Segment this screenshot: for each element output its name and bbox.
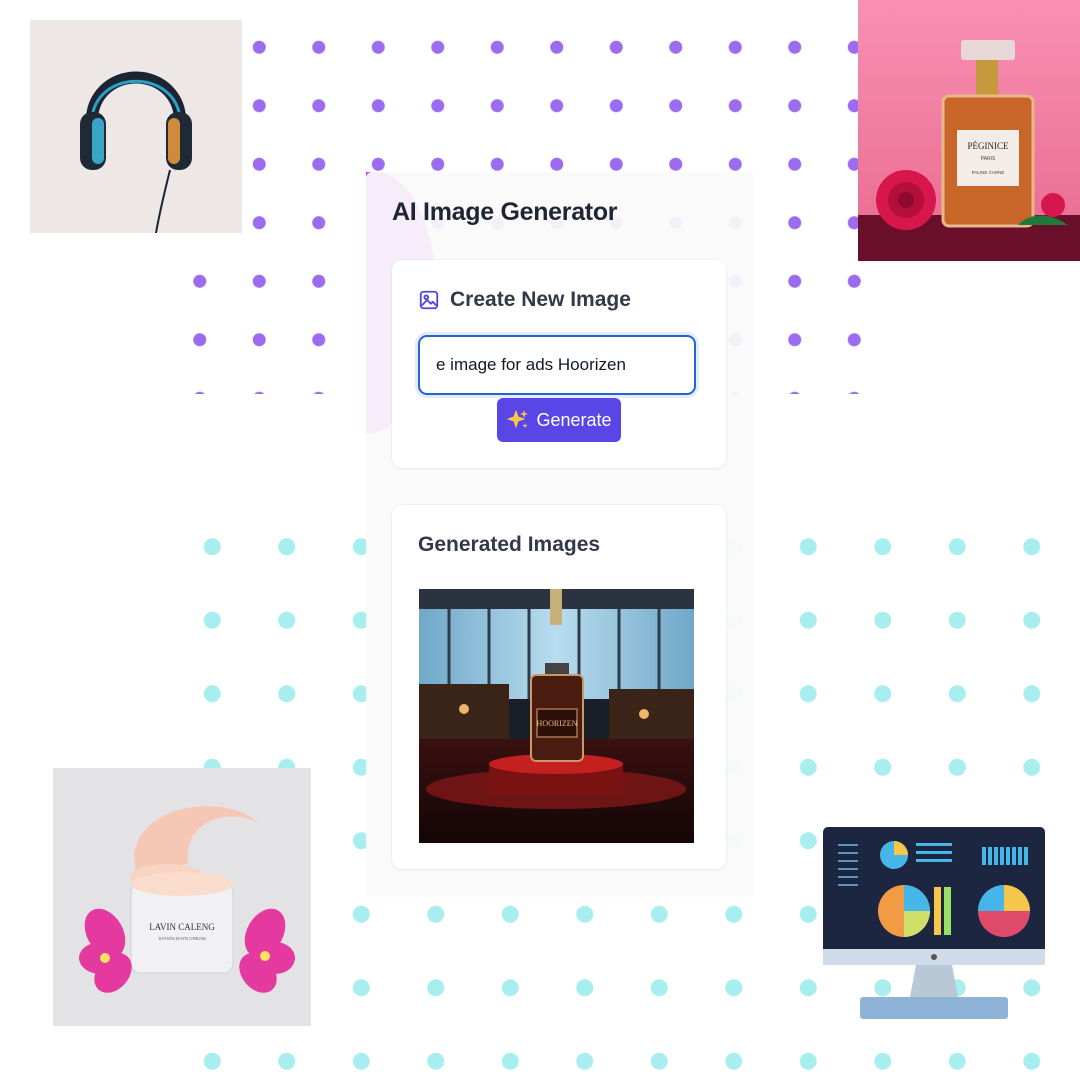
- generate-button[interactable]: Generate: [497, 398, 621, 442]
- analytics-monitor-illustration: [820, 825, 1048, 1023]
- cream-label-sub: SATION DAYN CREAM: [158, 936, 206, 941]
- create-image-card: Create New Image Generate: [392, 260, 726, 468]
- sparkles-icon: [507, 410, 529, 429]
- bottle-label-text: HOORIZEN: [537, 719, 578, 728]
- cream-jar-photo: LAVIN CALENG SATION DAYN CREAM: [53, 768, 311, 1026]
- image-icon: [419, 290, 439, 310]
- cream-label-brand: LAVIN CALENG: [149, 922, 215, 932]
- generated-image[interactable]: HOORIZEN: [419, 589, 694, 843]
- page-title: AI Image Generator: [392, 198, 618, 226]
- headphones-icon: [30, 20, 242, 233]
- headphones-photo: [30, 20, 242, 233]
- prompt-input[interactable]: [418, 335, 696, 395]
- generated-images-heading: Generated Images: [418, 533, 601, 556]
- perfume-label-city: PARIS: [981, 156, 996, 162]
- generated-images-card: Generated Images HOORIZEN: [392, 505, 726, 869]
- perfume-label-brand: PÉGINICE: [968, 141, 1009, 151]
- create-image-heading: Create New Image: [418, 288, 631, 312]
- create-image-heading-text: Create New Image: [450, 288, 631, 311]
- perfume-photo: PÉGINICE PARIS PALINE CARNE: [858, 0, 1080, 261]
- perfume-label-line: PALINE CARNE: [972, 170, 1005, 175]
- generate-button-label: Generate: [536, 409, 612, 430]
